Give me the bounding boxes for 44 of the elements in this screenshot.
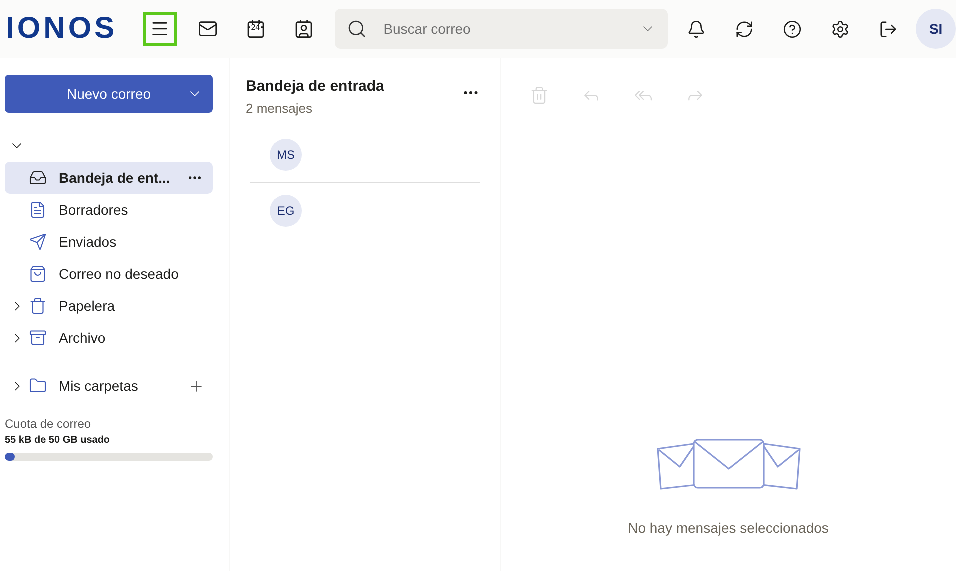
calendar-icon [246,19,266,39]
new-mail-button[interactable]: Nuevo correo [5,75,213,113]
folder-item[interactable]: Borradores [5,194,213,226]
envelope-icon [198,19,218,39]
folder-label: Papelera [59,296,116,316]
search-field[interactable]: Buscar correo [334,9,668,49]
folder-icon [29,377,47,395]
quota-usage: 55 kB de 50 GB usado [5,434,112,448]
logout-icon [878,20,898,38]
contact-card-icon [294,19,314,39]
logo: IONOS [6,11,118,47]
sender-avatar: EG [270,194,302,226]
archive-box-icon [29,329,47,347]
delete-icon [530,86,548,104]
calendar-button[interactable]: 24 [236,9,276,49]
refresh-icon [734,20,754,38]
calendar-date: 24 [250,24,262,32]
bell-icon [686,20,706,38]
settings-icon [830,20,850,38]
folder-label: Archivo [59,328,106,348]
list-title: Bandeja de entrada [246,77,384,97]
folder-label[interactable]: Mis carpetas [59,376,138,396]
search-input[interactable]: Buscar correo [384,18,640,40]
trash-icon [29,297,47,315]
folder-item[interactable]: Enviados [5,226,213,258]
message-count: 2 mensajes [246,100,314,118]
empty-state-text: No hay mensajes seleccionados [628,519,829,538]
quota-title: Cuota de correo [5,416,92,433]
search-icon [346,19,367,39]
folder-item[interactable]: Papelera [5,290,213,322]
folder-item[interactable]: Bandeja de ent... [5,162,213,194]
inbox-icon [29,169,47,187]
help-icon [782,20,802,38]
folder-label: Borradores [59,200,128,220]
paper-plane-icon [29,233,47,251]
document-icon [29,201,47,219]
user-avatar[interactable]: SI [916,9,956,49]
folder-label: Correo no deseado [59,264,179,284]
folder-item[interactable]: Correo no deseado [5,258,213,290]
sender-avatar: MS [270,139,302,171]
spam-bag-icon [29,265,47,283]
folder-item[interactable]: Archivo [5,322,213,354]
folder-label: Enviados [59,232,117,252]
folder-label: Bandeja de ent... [59,168,170,188]
